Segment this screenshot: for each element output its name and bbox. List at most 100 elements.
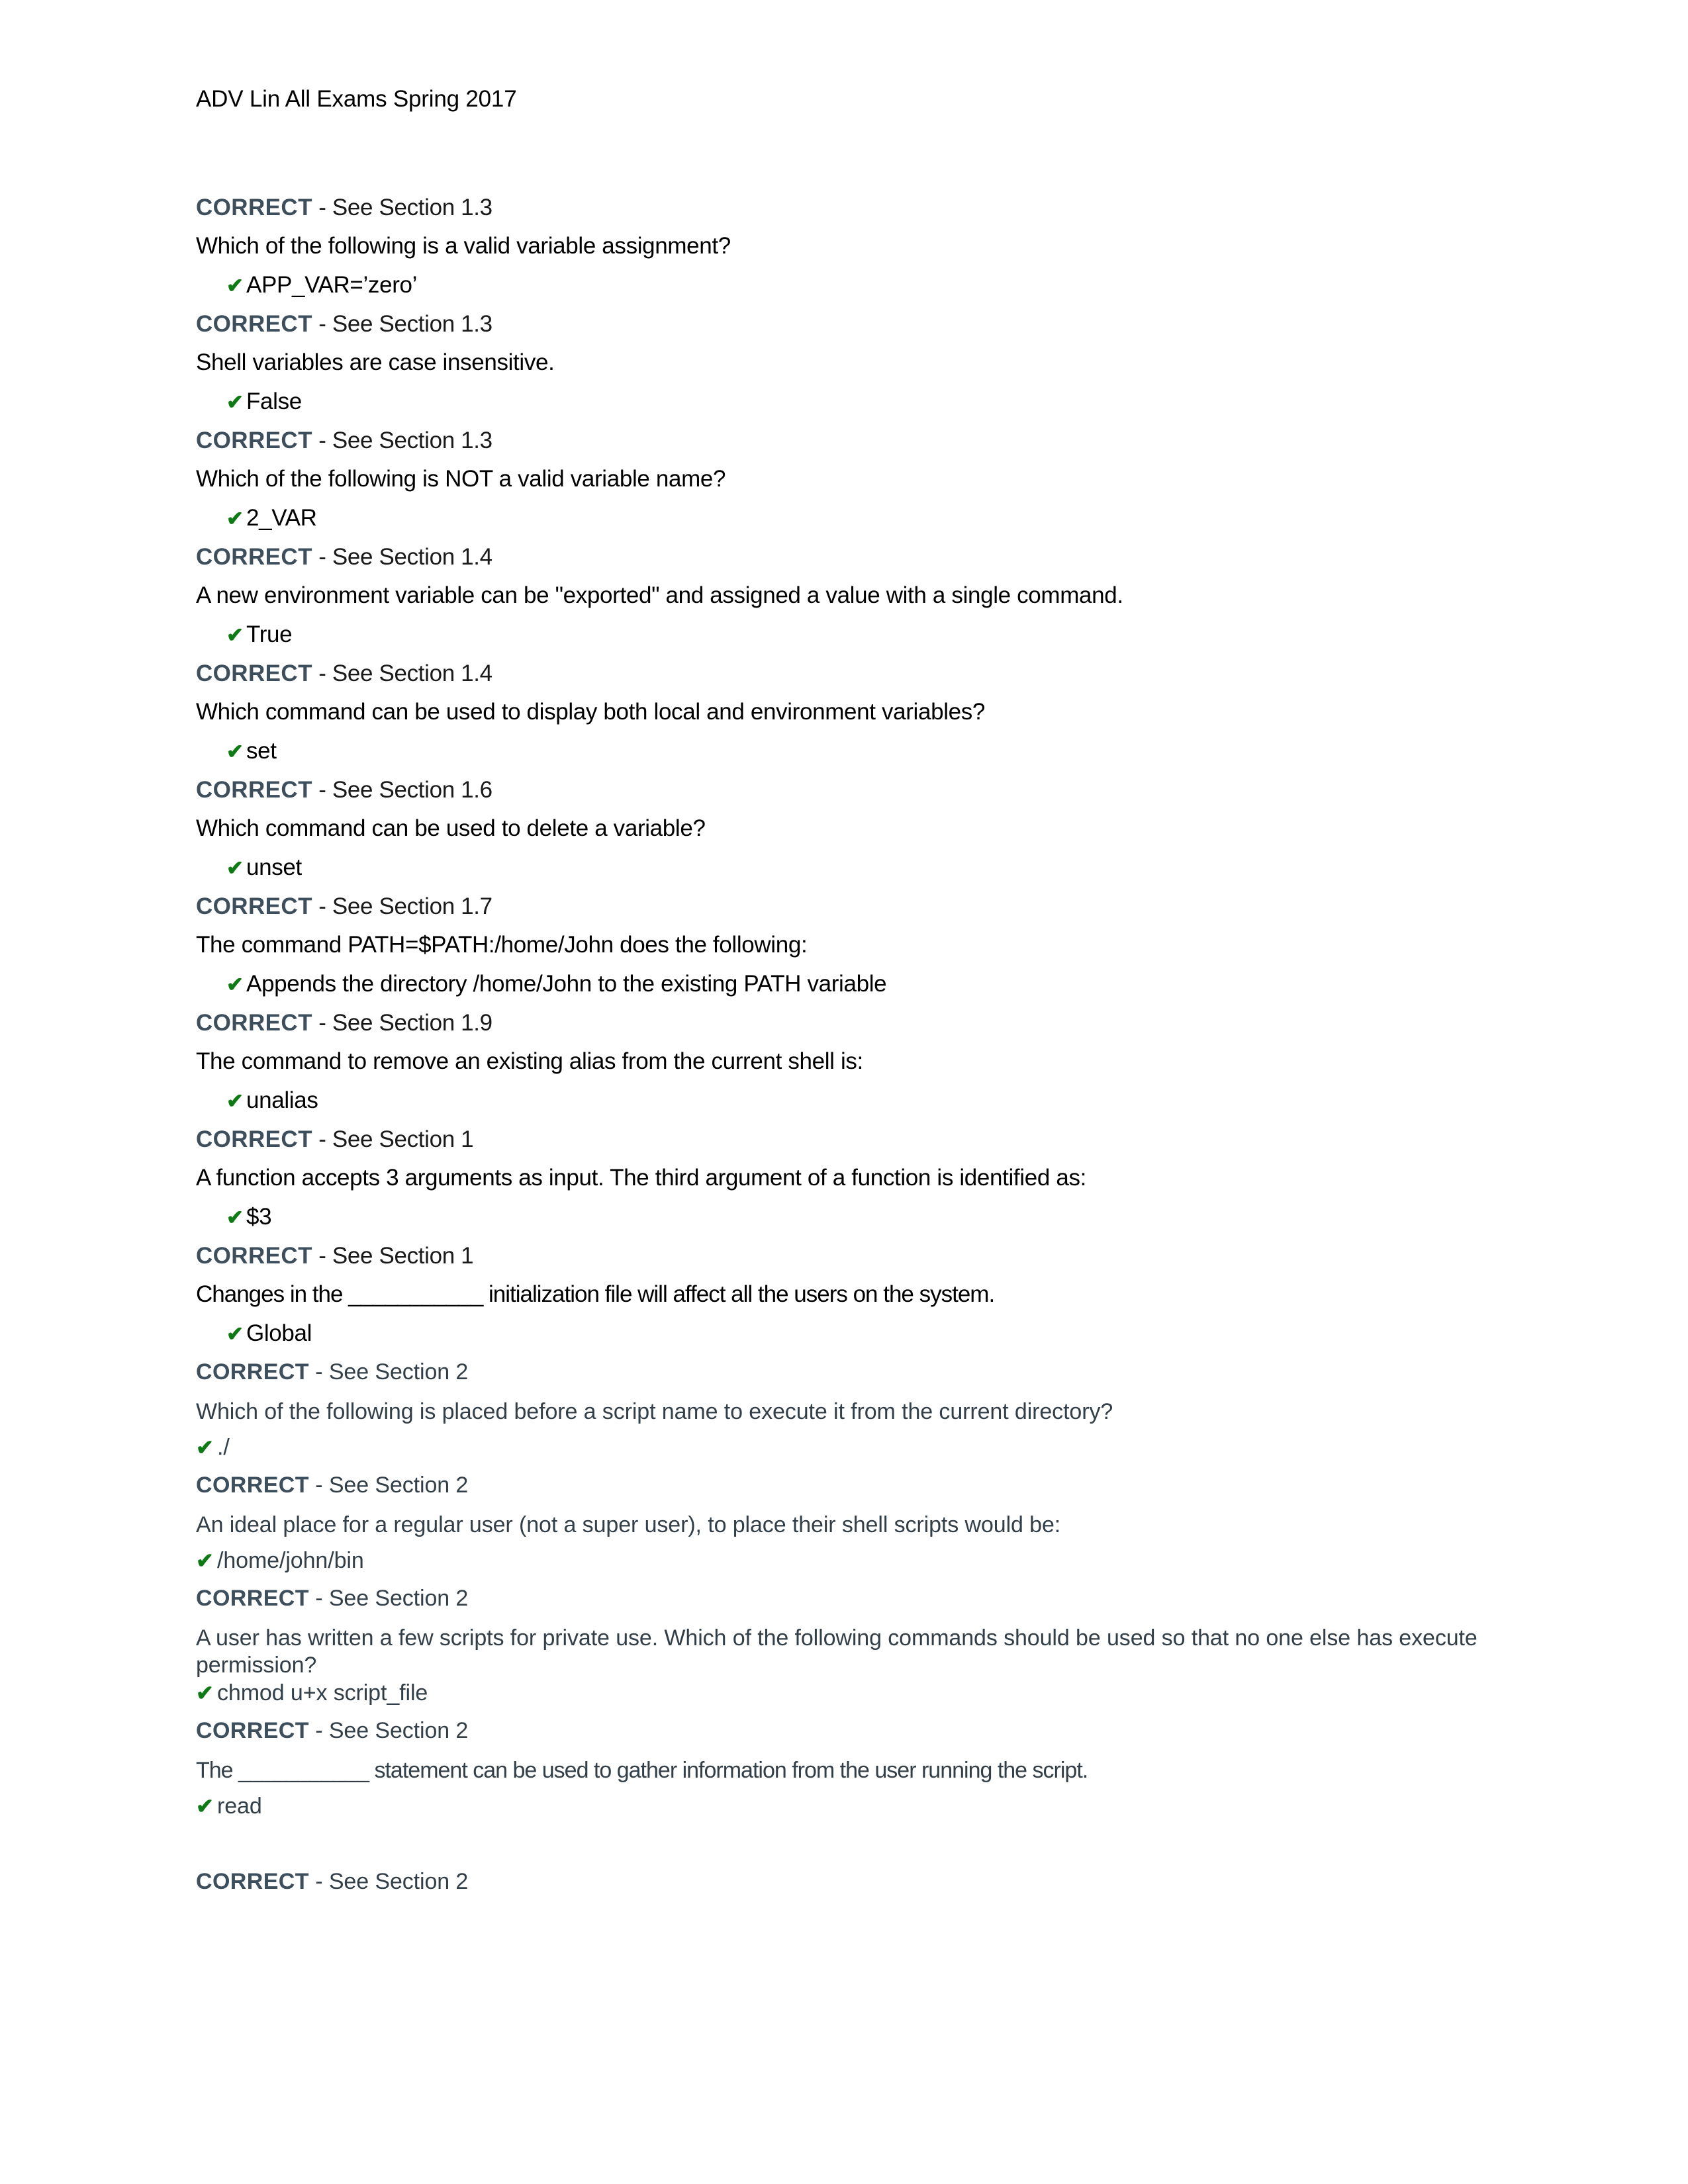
answer-text: set: [246, 737, 277, 764]
check-icon: ✔: [196, 1548, 214, 1572]
section-reference: - See Section 2: [308, 1472, 469, 1498]
answer-text: ./: [217, 1434, 230, 1460]
correct-heading: CORRECT - See Section 1: [196, 1244, 1503, 1281]
section-reference: - See Section 2: [308, 1359, 469, 1385]
question-text: Which command can be used to delete a va…: [196, 815, 706, 841]
correct-heading: CORRECT - See Section 2: [196, 1474, 1503, 1510]
question-text: Which of the following is a valid variab…: [196, 232, 731, 259]
document-content: ADV Lin All Exams Spring 2017 CORRECT - …: [196, 85, 1503, 1908]
answer-text: 2_VAR: [246, 504, 317, 531]
answer-text: False: [246, 388, 302, 414]
question-text: The command to remove an existing alias …: [196, 1048, 863, 1074]
check-icon: ✔: [226, 623, 244, 647]
answer-row: ✔ ./: [196, 1436, 1503, 1472]
answer-row: ✔ chmod u+x script_file: [196, 1682, 1503, 1717]
check-icon: ✔: [226, 1089, 244, 1113]
check-icon: ✔: [196, 1794, 214, 1818]
answer-text: Appends the directory /home/John to the …: [246, 970, 887, 997]
correct-label: CORRECT: [196, 427, 312, 453]
correct-heading: CORRECT - See Section 1.4: [196, 545, 1503, 582]
correct-label: CORRECT: [196, 194, 312, 220]
answer-text: APP_VAR=’zero’: [246, 271, 418, 298]
check-icon: ✔: [226, 739, 244, 763]
correct-label: CORRECT: [196, 1359, 309, 1385]
answer-text: $3: [246, 1203, 272, 1230]
answer-row: ✔/home/john/bin: [196, 1549, 1503, 1585]
correct-label: CORRECT: [196, 1126, 312, 1152]
section-reference: - See Section 1.3: [312, 310, 492, 337]
answer-text: unalias: [246, 1087, 318, 1113]
correct-heading: CORRECT - See Section 2: [196, 1361, 1503, 1396]
correct-label: CORRECT: [196, 1717, 309, 1743]
correct-label: CORRECT: [196, 660, 312, 686]
answer-row: ✔ set: [196, 739, 1503, 777]
check-icon: ✔: [226, 1205, 244, 1229]
correct-heading: CORRECT - See Section 2: [196, 1870, 1503, 1906]
check-icon: ✔: [226, 273, 244, 297]
correct-label: CORRECT: [196, 310, 312, 337]
check-icon: ✔: [226, 506, 244, 530]
answer-row: ✔ unalias: [196, 1089, 1503, 1126]
section-reference: - See Section 1: [312, 1126, 474, 1152]
correct-heading: CORRECT - See Section 1: [196, 1128, 1503, 1165]
check-icon: ✔: [226, 856, 244, 880]
answer-row: ✔ unset: [196, 856, 1503, 893]
correct-heading: CORRECT - See Section 2: [196, 1587, 1503, 1623]
answer-row: ✔ read: [196, 1795, 1503, 1831]
correct-heading: CORRECT - See Section 2: [196, 1719, 1503, 1755]
answer-text: chmod u+x script_file: [217, 1680, 428, 1706]
section-reference: - See Section 2: [308, 1717, 469, 1743]
check-icon: ✔: [196, 1680, 214, 1705]
correct-label: CORRECT: [196, 776, 312, 803]
answer-text: Global: [246, 1320, 312, 1346]
correct-heading: CORRECT - See Section 1.7: [196, 895, 1503, 932]
correct-heading: CORRECT - See Section 1.6: [196, 778, 1503, 815]
question-text: Which command can be used to display bot…: [196, 698, 986, 725]
correct-heading: CORRECT - See Section 1.9: [196, 1011, 1503, 1048]
section-reference: - See Section 1.4: [312, 660, 492, 686]
answer-row: ✔ $3: [196, 1205, 1503, 1243]
answer-row: ✔ 2_VAR: [196, 506, 1503, 544]
check-icon: ✔: [226, 390, 244, 414]
section-reference: - See Section 1.3: [312, 194, 492, 220]
answer-text: /home/john/bin: [217, 1547, 364, 1573]
question-text: Shell variables are case insensitive.: [196, 349, 555, 375]
correct-heading: CORRECT - See Section 1.3: [196, 312, 1503, 349]
answer-row: ✔ Appends the directory /home/John to the…: [196, 972, 1503, 1010]
correct-label: CORRECT: [196, 1009, 312, 1036]
section-reference: - See Section 2: [308, 1868, 469, 1894]
check-icon: ✔: [226, 972, 244, 996]
answer-text: read: [217, 1793, 262, 1819]
question-text: An ideal place for a regular user (not a…: [196, 1512, 1061, 1537]
answer-row: ✔ True: [196, 623, 1503, 660]
answer-row: ✔ APP_VAR=’zero’: [196, 273, 1503, 311]
answer-text: True: [246, 621, 293, 647]
correct-label: CORRECT: [196, 1868, 309, 1894]
section-reference: - See Section 1.3: [312, 427, 492, 453]
question-text: Changes in the ___________ initializatio…: [196, 1281, 995, 1307]
answer-section-upper: CORRECT - See Section 1.3 Which of the f…: [196, 196, 1503, 1359]
check-icon: ✔: [226, 1322, 244, 1345]
page-title: ADV Lin All Exams Spring 2017: [196, 86, 517, 112]
question-text: The command PATH=$PATH:/home/John does t…: [196, 931, 808, 958]
section-reference: - See Section 1.6: [312, 776, 492, 803]
correct-label: CORRECT: [196, 1585, 309, 1611]
correct-label: CORRECT: [196, 543, 312, 570]
section-reference: - See Section 1.7: [312, 893, 492, 919]
section-reference: - See Section 2: [308, 1585, 469, 1611]
correct-label: CORRECT: [196, 893, 312, 919]
answer-row: ✔ False: [196, 390, 1503, 428]
section-reference: - See Section 1: [312, 1242, 474, 1269]
document-page: ADV Lin All Exams Spring 2017 CORRECT - …: [0, 0, 1688, 2184]
question-text: A function accepts 3 arguments as input.…: [196, 1164, 1086, 1191]
correct-label: CORRECT: [196, 1472, 309, 1498]
correct-heading: CORRECT - See Section 1.4: [196, 662, 1503, 699]
question-text: The ___________ statement can be used to…: [196, 1757, 1088, 1783]
section-reference: - See Section 1.9: [312, 1009, 492, 1036]
answer-text: unset: [246, 854, 302, 880]
question-text: Which of the following is placed before …: [196, 1398, 1113, 1424]
correct-heading: CORRECT - See Section 1.3: [196, 196, 1503, 233]
question-text: Which of the following is NOT a valid va…: [196, 465, 726, 492]
correct-label: CORRECT: [196, 1242, 312, 1269]
